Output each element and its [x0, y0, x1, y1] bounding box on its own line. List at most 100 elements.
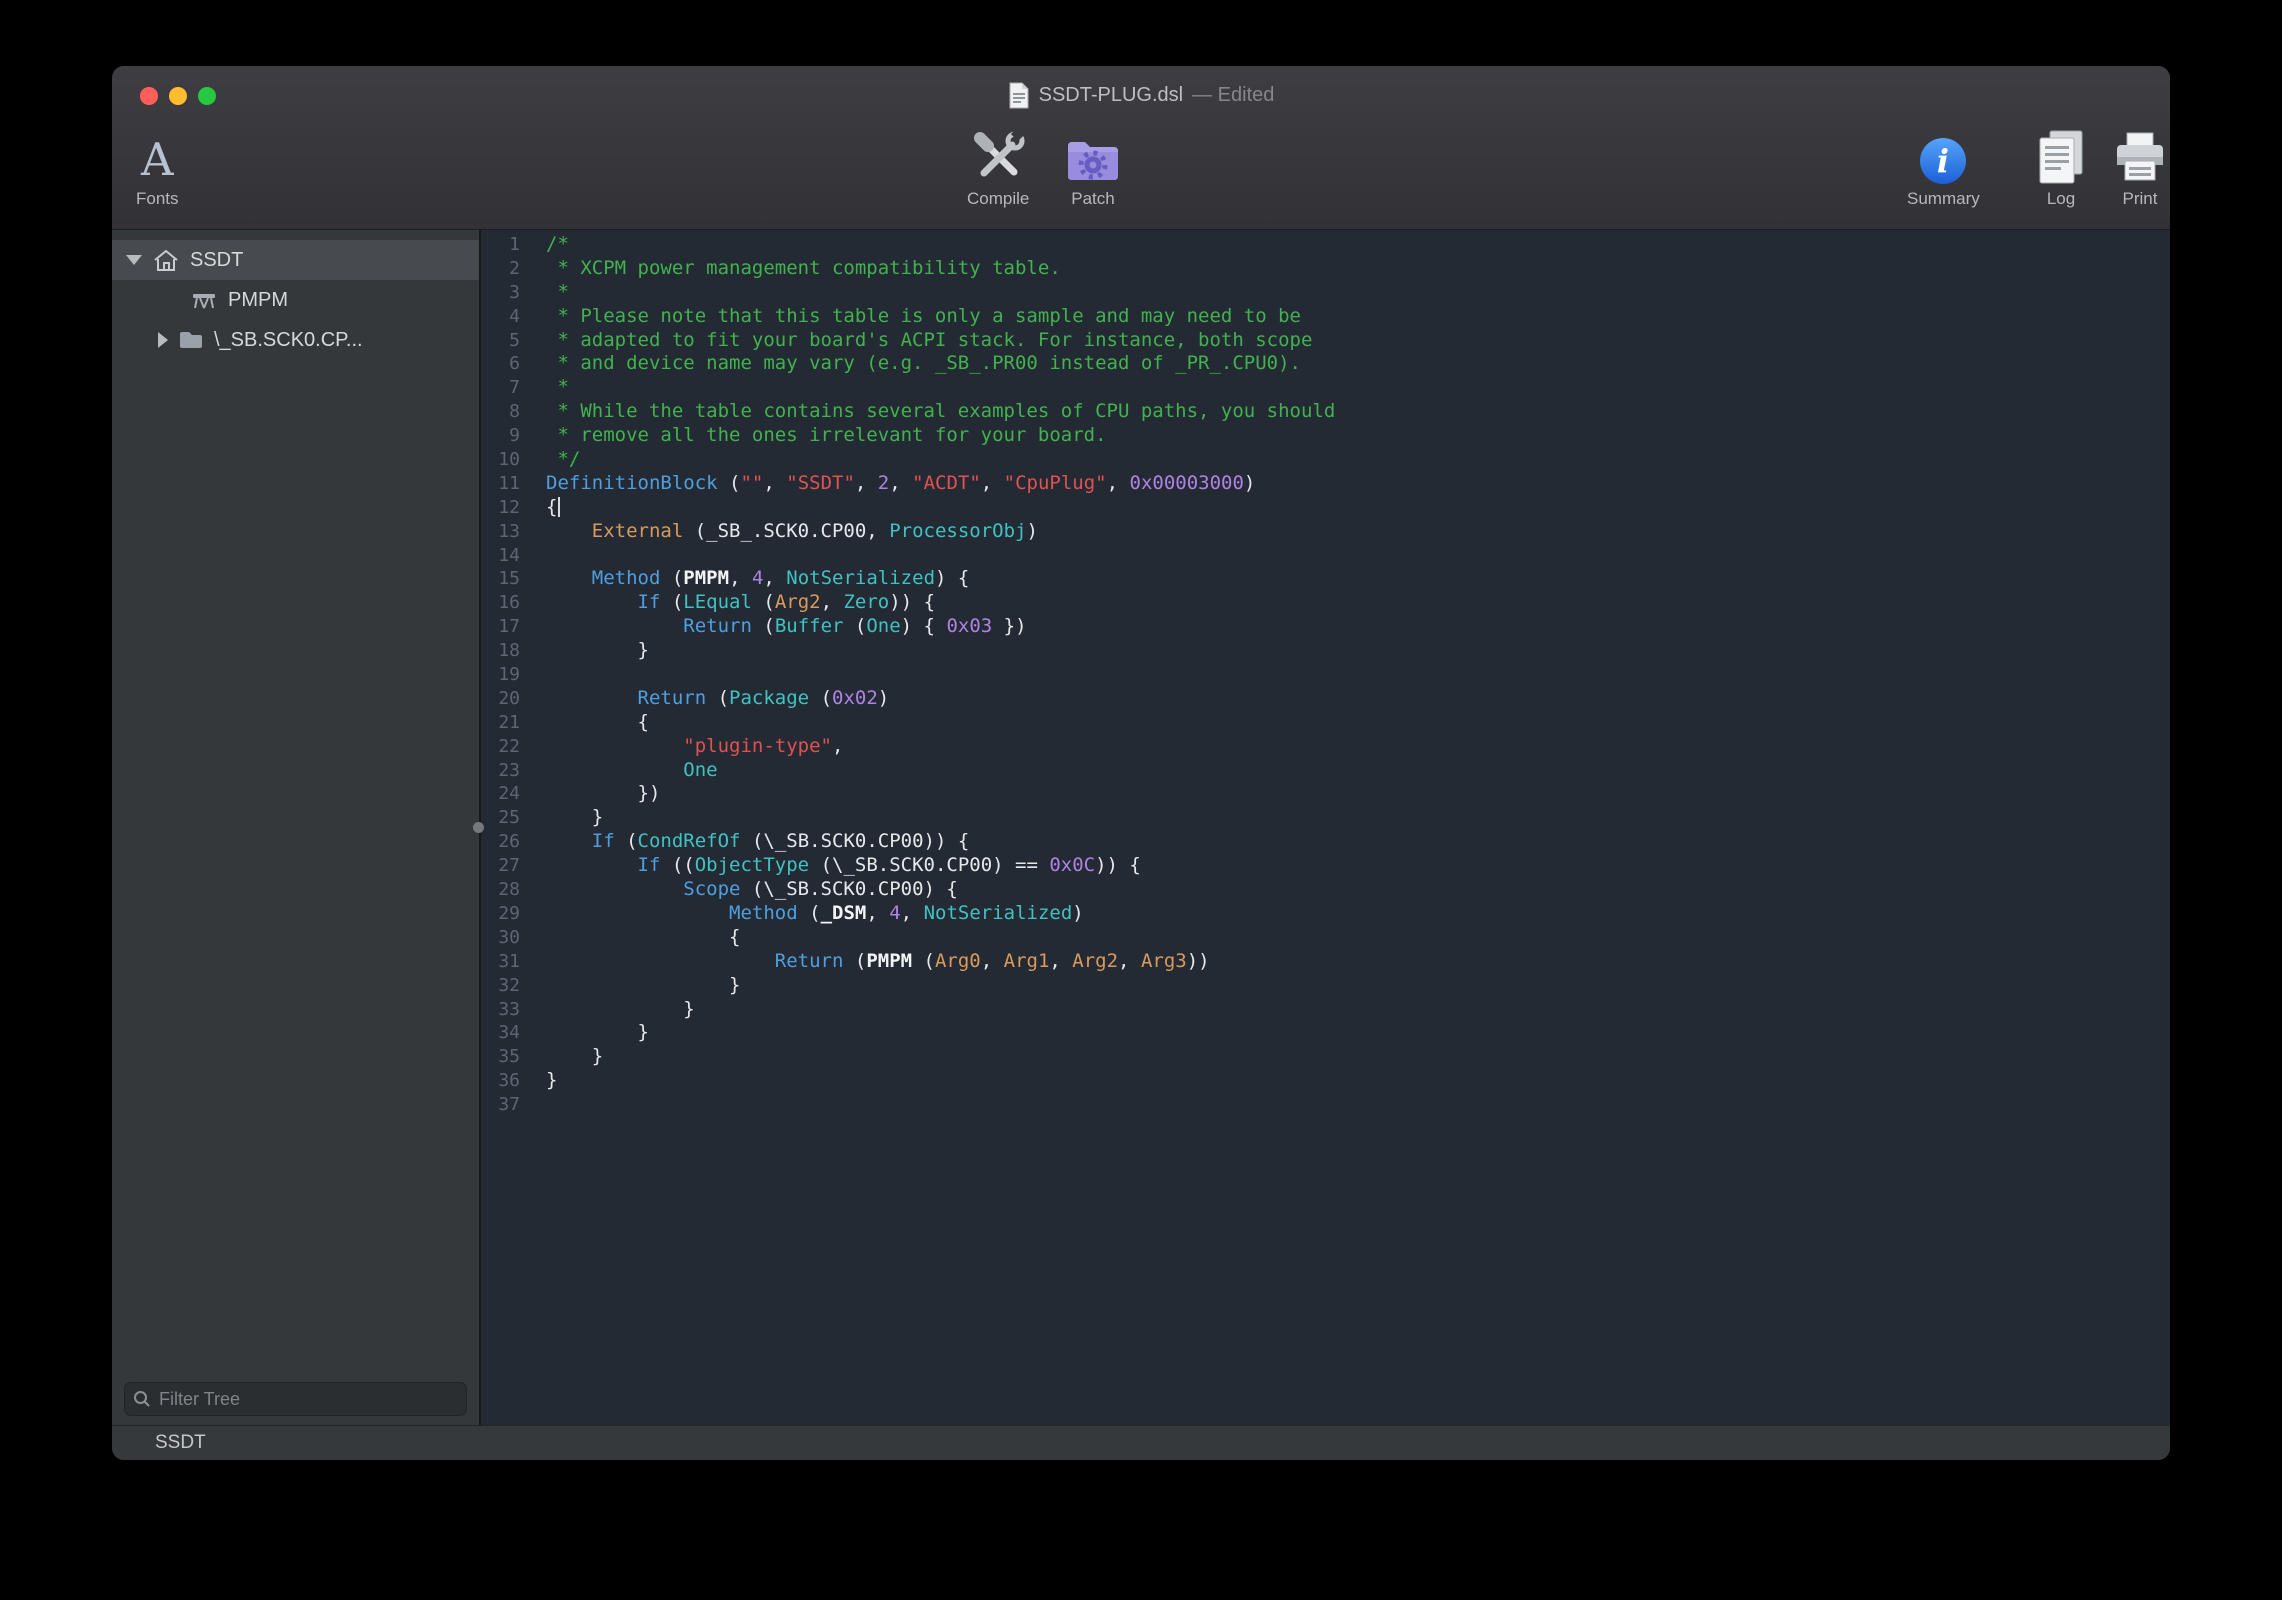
line-number: 4 — [481, 305, 526, 329]
code-line[interactable]: 3 * — [481, 281, 2170, 305]
code-area[interactable]: 1/*2 * XCPM power management compatibili… — [481, 233, 2170, 1117]
code-line[interactable]: 16 If (LEqual (Arg2, Zero)) { — [481, 591, 2170, 615]
code-line[interactable]: 35 } — [481, 1045, 2170, 1069]
code-token: Arg2 — [1072, 950, 1118, 972]
line-number: 13 — [481, 520, 526, 544]
code-line[interactable]: 2 * XCPM power management compatibility … — [481, 257, 2170, 281]
code-token: } — [546, 639, 649, 661]
code-line[interactable]: 32 } — [481, 974, 2170, 998]
code-token: Arg0 — [935, 950, 981, 972]
code-line[interactable]: 17 Return (Buffer (One) { 0x03 }) — [481, 615, 2170, 639]
traffic-lights — [140, 87, 216, 105]
code-token: Return — [683, 615, 752, 637]
disclosure-down-icon[interactable] — [126, 255, 142, 265]
code-token — [546, 950, 775, 972]
code-line[interactable]: 21 { — [481, 711, 2170, 735]
code-token: ) — [1072, 902, 1083, 924]
code-line[interactable]: 14 — [481, 544, 2170, 568]
toolbar: A Fonts Compile — [112, 124, 2170, 229]
sidebar-item-ssdt[interactable]: SSDT — [112, 240, 479, 280]
print-button[interactable]: Print — [2112, 124, 2168, 209]
sidebar-item-sb-sck0[interactable]: \_SB.SCK0.CP... — [112, 320, 479, 360]
code-line[interactable]: 33 } — [481, 998, 2170, 1022]
code-token: )) { — [1095, 854, 1141, 876]
close-button[interactable] — [140, 87, 158, 105]
code-line[interactable]: 1/* — [481, 233, 2170, 257]
code-line[interactable]: 27 If ((ObjectType (\_SB.SCK0.CP00) == 0… — [481, 854, 2170, 878]
sidebar-item-pmpm[interactable]: PMPM — [112, 280, 479, 320]
code-line[interactable]: 4 * Please note that this table is only … — [481, 305, 2170, 329]
code-line[interactable]: 18 } — [481, 639, 2170, 663]
code-line[interactable]: 10 */ — [481, 448, 2170, 472]
code-line[interactable]: 20 Return (Package (0x02) — [481, 687, 2170, 711]
log-label: Log — [2047, 189, 2075, 209]
code-line[interactable]: 30 { — [481, 926, 2170, 950]
line-number: 25 — [481, 806, 526, 830]
code-token: * adapted to fit your board's ACPI stack… — [546, 329, 1312, 351]
code-line[interactable]: 13 External (_SB_.SCK0.CP00, ProcessorOb… — [481, 520, 2170, 544]
code-editor[interactable]: 1/*2 * XCPM power management compatibili… — [481, 230, 2170, 1425]
compile-tools-icon — [969, 128, 1027, 186]
code-line[interactable]: 23 One — [481, 759, 2170, 783]
code-token — [546, 854, 638, 876]
status-path: SSDT — [155, 1432, 206, 1454]
code-token: PMPM — [866, 950, 912, 972]
code-line[interactable]: 29 Method (_DSM, 4, NotSerialized) — [481, 902, 2170, 926]
line-number: 3 — [481, 281, 526, 305]
code-token: "SSDT" — [786, 472, 855, 494]
compile-button[interactable]: Compile — [967, 124, 1029, 209]
code-text: External (_SB_.SCK0.CP00, ProcessorObj) — [526, 520, 1038, 544]
code-line[interactable]: 26 If (CondRefOf (\_SB.SCK0.CP00)) { — [481, 830, 2170, 854]
code-text: Scope (\_SB.SCK0.CP00) { — [526, 878, 958, 902]
code-line[interactable]: 28 Scope (\_SB.SCK0.CP00) { — [481, 878, 2170, 902]
disclosure-right-icon[interactable] — [158, 332, 168, 348]
code-text: * and device name may vary (e.g. _SB_.PR… — [526, 352, 1301, 376]
code-token: ( — [615, 830, 638, 852]
fonts-button[interactable]: A Fonts — [136, 124, 179, 209]
line-number: 34 — [481, 1021, 526, 1045]
code-line[interactable]: 15 Method (PMPM, 4, NotSerialized) { — [481, 567, 2170, 591]
line-number: 5 — [481, 329, 526, 353]
log-button[interactable]: Log — [2034, 124, 2088, 209]
code-line[interactable]: 5 * adapted to fit your board's ACPI sta… — [481, 329, 2170, 353]
code-token: (\_SB.SCK0.CP00)) { — [741, 830, 970, 852]
code-token: * remove all the ones irrelevant for you… — [546, 424, 1107, 446]
code-token: , — [1107, 472, 1130, 494]
code-line[interactable]: 9 * remove all the ones irrelevant for y… — [481, 424, 2170, 448]
app-window: SSDT-PLUG.dsl — Edited A Fonts — [112, 66, 2170, 1460]
code-token: }) — [992, 615, 1026, 637]
code-text: /* — [526, 233, 569, 257]
window-header: SSDT-PLUG.dsl — Edited A Fonts — [112, 66, 2170, 230]
titlebar[interactable]: SSDT-PLUG.dsl — Edited — [112, 66, 2170, 124]
filter-tree-input[interactable] — [124, 1382, 467, 1416]
code-text: * While the table contains several examp… — [526, 400, 1335, 424]
code-token: (\_SB.SCK0.CP00) { — [740, 878, 957, 900]
code-line[interactable]: 12{ — [481, 496, 2170, 520]
code-line[interactable]: 34 } — [481, 1021, 2170, 1045]
code-token: PMPM — [683, 567, 729, 589]
code-line[interactable]: 7 * — [481, 376, 2170, 400]
code-line[interactable]: 36} — [481, 1069, 2170, 1093]
code-line[interactable]: 6 * and device name may vary (e.g. _SB_.… — [481, 352, 2170, 376]
zoom-button[interactable] — [198, 87, 216, 105]
code-token: , — [763, 567, 786, 589]
code-token: , — [763, 472, 786, 494]
code-line[interactable]: 11DefinitionBlock ("", "SSDT", 2, "ACDT"… — [481, 472, 2170, 496]
navigation-tree: SSDT PMPM \_SB.SCK0.CP... — [112, 230, 479, 1382]
code-line[interactable]: 37 — [481, 1093, 2170, 1117]
code-line[interactable]: 25 } — [481, 806, 2170, 830]
code-line[interactable]: 31 Return (PMPM (Arg0, Arg1, Arg2, Arg3)… — [481, 950, 2170, 974]
code-token: , — [832, 735, 843, 757]
code-line[interactable]: 22 "plugin-type", — [481, 735, 2170, 759]
minimize-button[interactable] — [169, 87, 187, 105]
code-line[interactable]: 19 — [481, 663, 2170, 687]
code-line[interactable]: 8 * While the table contains several exa… — [481, 400, 2170, 424]
line-number: 33 — [481, 998, 526, 1022]
line-number: 32 — [481, 974, 526, 998]
code-line[interactable]: 24 }) — [481, 782, 2170, 806]
splitter-handle[interactable] — [473, 822, 484, 833]
document-title: SSDT-PLUG.dsl — [1039, 84, 1183, 107]
patch-button[interactable]: Patch — [1064, 124, 1122, 209]
summary-button[interactable]: i Summary — [1907, 124, 1980, 209]
code-token: ) — [878, 687, 889, 709]
